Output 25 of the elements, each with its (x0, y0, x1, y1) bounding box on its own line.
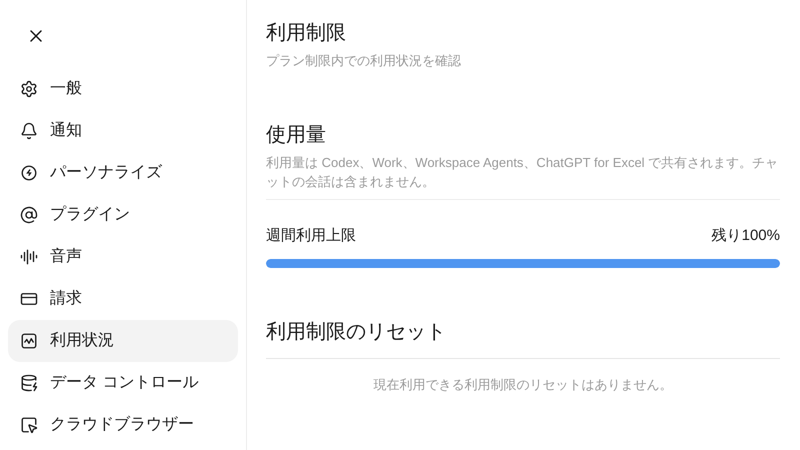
sidebar-item[interactable]: 一般 (8, 68, 238, 110)
credit-card-icon (20, 290, 38, 308)
at-sign-icon (20, 206, 38, 224)
browser-pointer-icon (20, 416, 38, 434)
sidebar-item[interactable]: クラウドブラウザー (8, 404, 238, 446)
sidebar-item[interactable]: 通知 (8, 110, 238, 152)
page-subtitle: プラン制限内での利用状況を確認 (266, 52, 462, 70)
sidebar-item[interactable]: 音声 (8, 236, 238, 278)
bell-icon (20, 122, 38, 140)
database-icon (20, 374, 38, 392)
meter-reading: 残り100% (712, 226, 780, 246)
section-title: 利用制限のリセット (266, 320, 447, 345)
empty-message: 現在利用できる利用制限のリセットはありません。 (372, 376, 674, 394)
audio-wave-icon (20, 248, 38, 266)
sidebar-item[interactable]: 利用状況 (8, 320, 238, 362)
sidebar-item[interactable]: プラグイン (8, 194, 238, 236)
sidebar-item[interactable]: 請求 (8, 278, 238, 320)
gear-icon (20, 80, 38, 98)
sidebar-item[interactable]: パーソナライズ (8, 152, 238, 194)
section-description: 利用量は Codex、Work、Workspace Agents、ChatGPT for Excel で共有されます。チャットの会話は含まれません。 (266, 154, 780, 190)
chart-icon (20, 332, 38, 350)
page-title: 利用制限 (266, 21, 347, 46)
section-title: 使用量 (266, 122, 327, 148)
meter-label: 週間利用上限 (266, 226, 356, 246)
sidebar-item[interactable]: データ コントロール (8, 362, 238, 404)
